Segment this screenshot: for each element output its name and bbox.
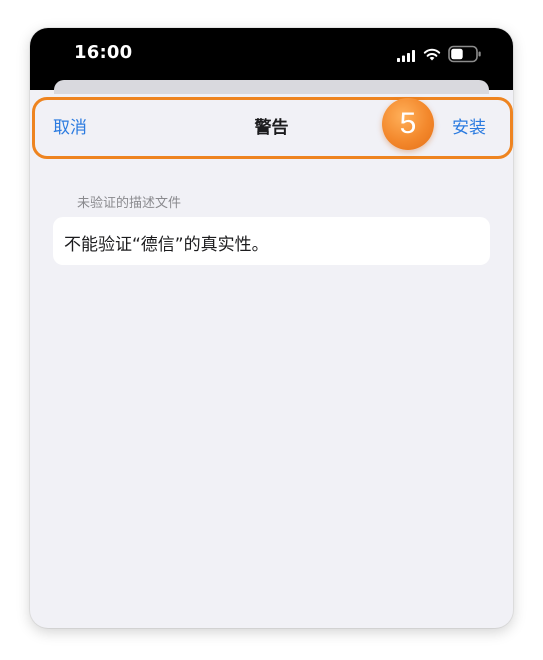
battery-icon (448, 45, 481, 63)
section-header: 未验证的描述文件 (77, 196, 182, 211)
signal-icon (397, 50, 415, 62)
nav-title: 警告 (254, 118, 289, 138)
status-time: 16:00 (74, 42, 133, 63)
wifi-icon (423, 48, 441, 61)
phone-screen: 16:00 取消 警告 安装 5 未验证的描述文件 不能验证“德信”的真实性。 (30, 28, 513, 628)
message-card: 不能验证“德信”的真实性。 (53, 217, 490, 265)
step-number-badge: 5 (382, 98, 434, 150)
message-text: 不能验证“德信”的真实性。 (64, 235, 269, 255)
navigation-bar: 取消 警告 安装 (30, 94, 513, 154)
install-button[interactable]: 安装 (452, 113, 486, 138)
